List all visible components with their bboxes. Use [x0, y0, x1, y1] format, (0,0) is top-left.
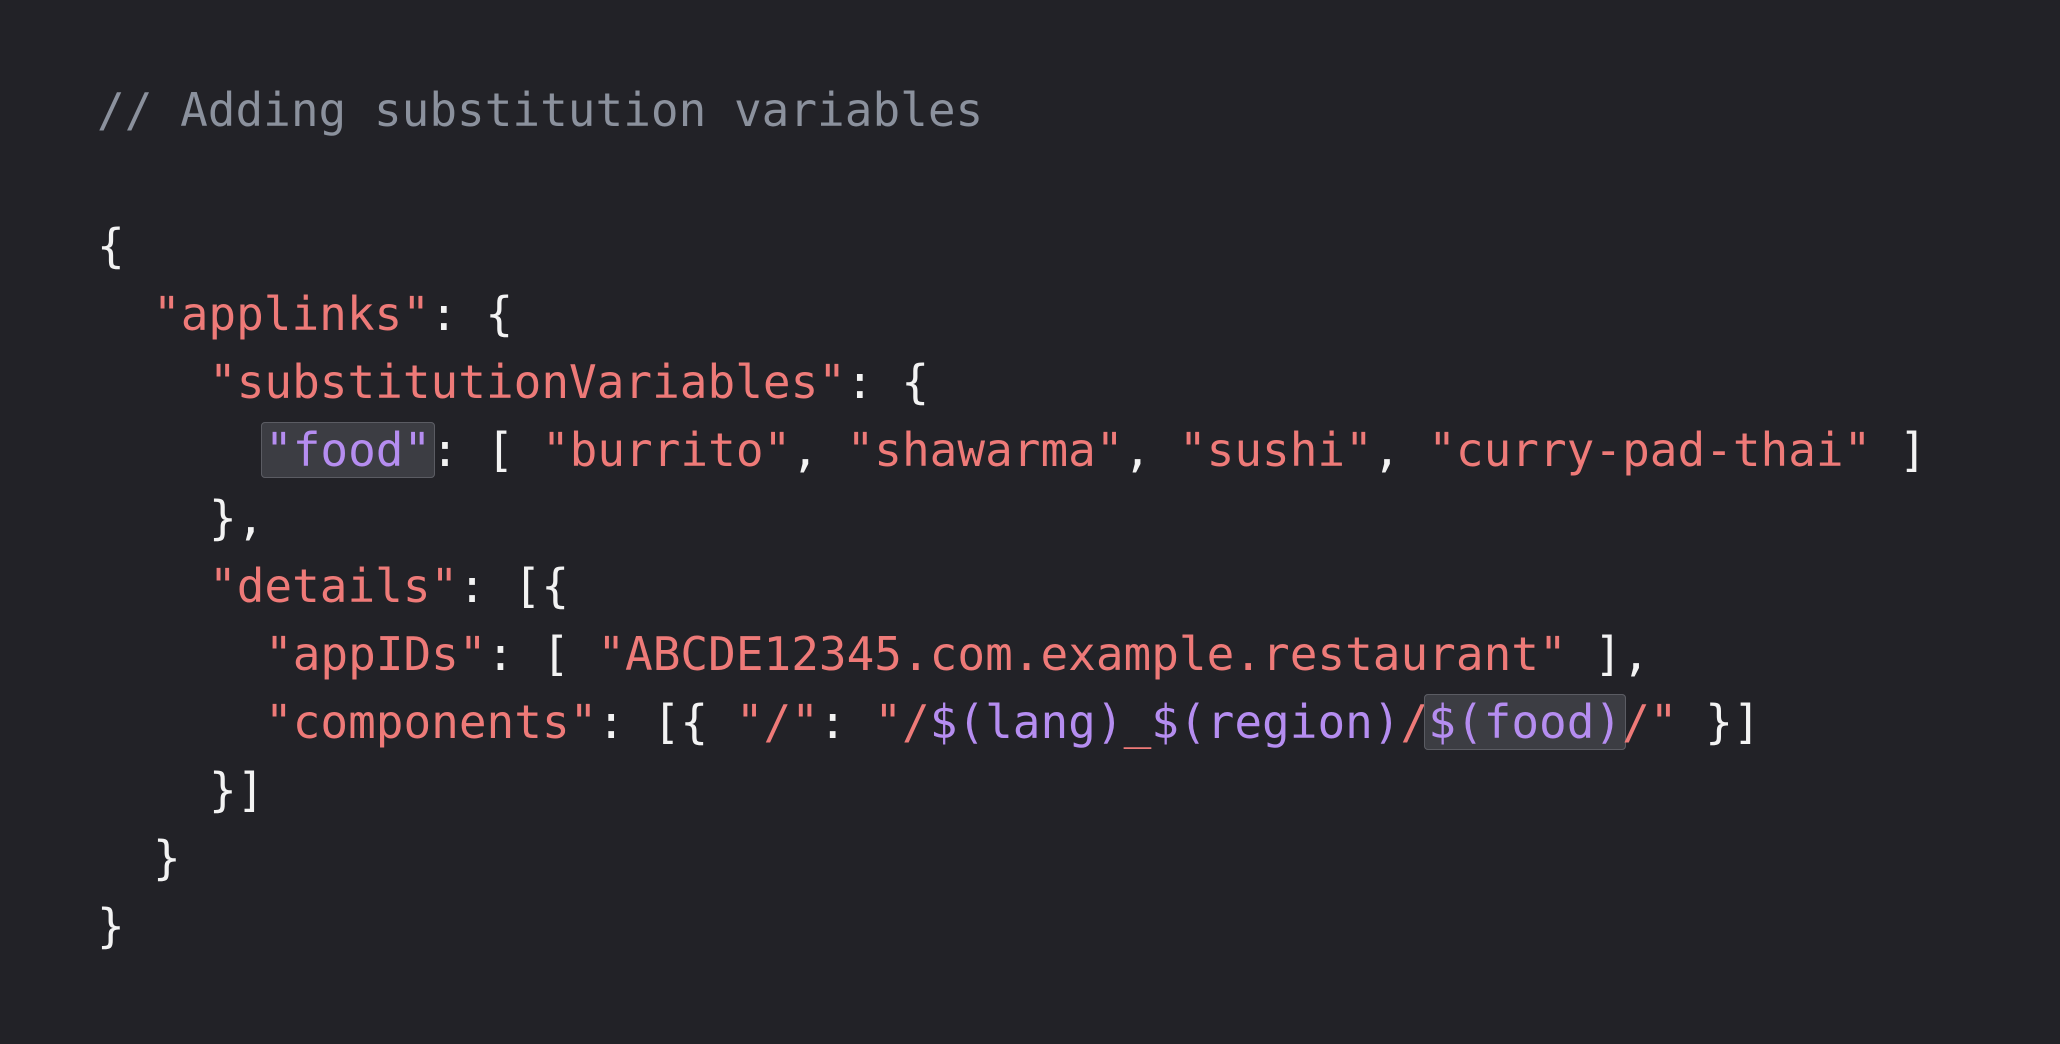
details-key: "details": [209, 559, 459, 613]
code-line-substitution-variables: "substitutionVariables": {: [97, 348, 2060, 416]
details-close: }]: [209, 763, 265, 817]
food-open-bracket: : [: [431, 423, 542, 477]
substitution-variables-punct: : {: [845, 355, 930, 409]
applinks-punct: : {: [429, 287, 514, 341]
food-separator: ,: [1123, 423, 1179, 477]
code-line-details-close: }]: [97, 756, 2060, 824]
code-line-substitution-close: },: [97, 484, 2060, 552]
applinks-close: }: [153, 831, 181, 885]
root-open-brace: {: [97, 219, 125, 273]
root-close-brace: }: [97, 899, 125, 953]
appids-close: ],: [1566, 627, 1650, 681]
appids-key: "appIDs": [265, 627, 487, 681]
code-line-components: "components": [{ "/": "/$(lang)_$(region…: [97, 688, 2060, 756]
food-value-burrito: "burrito": [541, 423, 792, 477]
code-line-applinks: "applinks": {: [97, 280, 2060, 348]
path-key: "/": [735, 695, 819, 749]
food-value-shawarma: "shawarma": [846, 423, 1124, 477]
food-close-bracket: ]: [1871, 423, 1927, 477]
components-key: "components": [265, 695, 598, 749]
appids-value: "ABCDE12345.com.example.restaurant": [597, 627, 1567, 681]
components-close: }]: [1677, 695, 1761, 749]
code-line-comment: // Adding substitution variables: [97, 76, 2060, 144]
path-suffix: /": [1622, 695, 1678, 749]
code-line-applinks-close: }: [97, 824, 2060, 892]
food-separator: ,: [1372, 423, 1429, 477]
path-underscore: _: [1123, 695, 1152, 749]
code-line-details: "details": [{: [97, 552, 2060, 620]
code-comment: // Adding substitution variables: [97, 83, 984, 137]
code-line-root-close: }: [97, 892, 2060, 960]
path-colon: :: [818, 695, 875, 749]
components-open: : [{: [597, 695, 736, 749]
appids-open: : [: [486, 627, 598, 681]
code-line-appids: "appIDs": [ "ABCDE12345.com.example.rest…: [97, 620, 2060, 688]
var-food-highlighted: $(food): [1424, 694, 1627, 750]
food-separator: ,: [791, 423, 847, 477]
details-punct: : [{: [458, 559, 570, 613]
food-key-highlighted: "food": [261, 422, 436, 478]
var-region: $(region): [1151, 695, 1401, 749]
food-value-sushi: "sushi": [1178, 423, 1373, 477]
var-lang: $(lang): [929, 695, 1124, 749]
food-value-curry-pad-thai: "curry-pad-thai": [1428, 423, 1872, 477]
substitution-variables-close: },: [209, 491, 265, 545]
substitution-variables-key: "substitutionVariables": [209, 355, 846, 409]
code-line-food: "food": [ "burrito", "shawarma", "sushi"…: [97, 416, 2060, 484]
path-prefix: "/: [874, 695, 930, 749]
code-editor[interactable]: // Adding substitution variables { "appl…: [0, 0, 2060, 1044]
code-line-root-open: {: [97, 212, 2060, 280]
applinks-key: "applinks": [153, 287, 430, 341]
